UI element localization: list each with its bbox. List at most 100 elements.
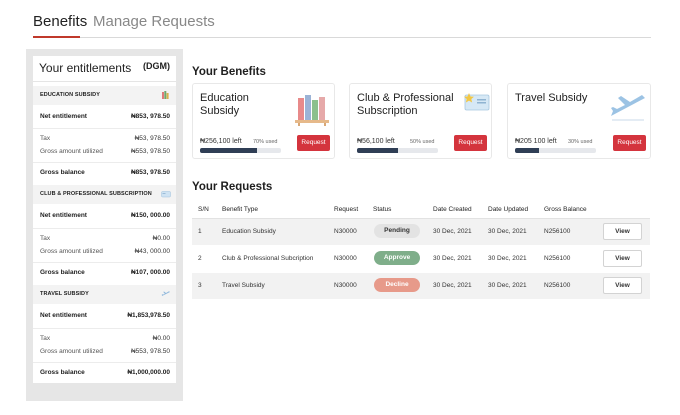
gross-utilized-label: Gross amount utilized [40, 148, 103, 155]
plane-icon [611, 95, 645, 121]
usage-bar-fill [357, 148, 398, 153]
cell-date-updated: 30 Dec, 2021 [488, 255, 527, 262]
cell-date-updated: 30 Dec, 2021 [488, 282, 527, 289]
requests-heading: Your Requests [192, 181, 273, 193]
cell-request: N30000 [334, 255, 357, 262]
net-entitlement-label: Net entitlement [40, 312, 87, 319]
table-row: 1 Education Subsidy N30000 Pending 30 De… [192, 219, 650, 245]
tax-row: Tax ₦0.00 [33, 233, 176, 245]
cell-sn: 3 [198, 282, 202, 289]
gross-balance-value: ₦1,000,000.00 [127, 369, 170, 376]
tax-row: Tax ₦53, 978.50 [33, 133, 176, 145]
col-benefit-type: Benefit Type [222, 206, 259, 213]
entitlements-panel: Your entitlements (DGM) EDUCATION SUBSID… [33, 56, 176, 383]
view-button[interactable]: View [603, 223, 642, 240]
tab-benefits[interactable]: Benefits [33, 13, 87, 30]
cell-date-created: 30 Dec, 2021 [433, 282, 472, 289]
gross-balance-label: Gross balance [40, 269, 85, 276]
tax-label: Tax [40, 135, 51, 142]
gross-utilized-value: ₦553, 978.50 [130, 148, 170, 155]
benefits-heading: Your Benefits [192, 66, 266, 78]
benefit-card-travel: Travel Subsidy ₦205 100 left 30% used Re… [507, 83, 651, 159]
section-label: TRAVEL SUBSIDY [40, 291, 89, 297]
tax-row: Tax ₦0.00 [33, 333, 176, 345]
cell-sn: 1 [198, 228, 202, 235]
divider [33, 228, 176, 229]
cell-date-updated: 30 Dec, 2021 [488, 228, 527, 235]
view-button[interactable]: View [603, 250, 642, 267]
cell-gross-balance: N256100 [544, 228, 571, 235]
col-status: Status [373, 206, 392, 213]
net-entitlement-value: ₦1,853,978.50 [127, 312, 170, 319]
tax-label: Tax [40, 235, 51, 242]
tax-label: Tax [40, 335, 51, 342]
gross-utilized-row: Gross amount utilized ₦43, 000.00 [33, 246, 176, 258]
amount-left: ₦56,100 left [357, 138, 395, 145]
net-entitlement-value: ₦150, 000.00 [130, 212, 170, 219]
cell-gross-balance: N256100 [544, 282, 571, 289]
active-tab-indicator [33, 36, 80, 38]
gross-utilized-value: ₦43, 000.00 [134, 248, 170, 255]
table-row: 3 Travel Subsidy N30000 Decline 30 Dec, … [192, 273, 650, 299]
benefit-card-education: Education Subsidy ₦256,100 left 70% used… [192, 83, 335, 159]
tab-bar: Benefits Manage Requests [33, 0, 651, 38]
col-gross-balance: Gross Balance [544, 206, 587, 213]
entitlements-title: Your entitlements [39, 61, 132, 75]
section-label: EDUCATION SUBSIDY [40, 92, 100, 98]
section-club-professional-subscription: CLUB & PROFESSIONAL SUBSCRIPTION [33, 185, 176, 204]
usage-bar-fill [200, 148, 257, 153]
gross-utilized-row: Gross amount utilized ₦553, 978.50 [33, 346, 176, 358]
request-button[interactable]: Request [454, 135, 487, 151]
col-sn: S/N [198, 206, 209, 213]
status-badge: Pending [374, 224, 420, 238]
usage-bar-fill [515, 148, 540, 153]
cell-request: N30000 [334, 282, 357, 289]
grade-badge: (DGM) [143, 61, 170, 71]
card-icon [161, 191, 171, 198]
gross-balance-label: Gross balance [40, 369, 85, 376]
net-entitlement-value: ₦853, 978.50 [130, 113, 170, 120]
cell-benefit-type: Education Subsidy [222, 228, 276, 235]
status-badge: Approve [374, 251, 420, 265]
gross-balance-row: Gross balance ₦1,000,000.00 [33, 367, 176, 379]
table-header: S/N Benefit Type Request Status Date Cre… [192, 201, 650, 219]
tab-manage-requests[interactable]: Manage Requests [93, 13, 215, 30]
divider [33, 262, 176, 263]
request-button[interactable]: Request [613, 135, 646, 151]
col-request: Request [334, 206, 359, 213]
tax-value: ₦53, 978.50 [134, 135, 170, 142]
net-entitlement-row: Net entitlement ₦853, 978.50 [33, 111, 176, 123]
tax-value: ₦0.00 [152, 335, 170, 342]
gross-utilized-label: Gross amount utilized [40, 248, 103, 255]
status-badge: Decline [374, 278, 420, 292]
card-title: Club & Professional Subscription [357, 92, 454, 117]
request-button[interactable]: Request [297, 135, 330, 151]
cell-benefit-type: Travel Subsidy [222, 282, 265, 289]
gross-balance-value: ₦853, 978.50 [130, 169, 170, 176]
percent-used: 50% used [410, 139, 435, 145]
gross-balance-row: Gross balance ₦853, 978.50 [33, 167, 176, 179]
gross-utilized-value: ₦553, 978.50 [130, 348, 170, 355]
card-title: Travel Subsidy [515, 92, 588, 104]
cell-date-created: 30 Dec, 2021 [433, 228, 472, 235]
net-entitlement-row: Net entitlement ₦150, 000.00 [33, 210, 176, 222]
gross-utilized-label: Gross amount utilized [40, 348, 103, 355]
view-button[interactable]: View [603, 277, 642, 294]
col-date-updated: Date Updated [488, 206, 529, 213]
usage-bar [200, 148, 281, 153]
divider [33, 328, 176, 329]
divider [33, 162, 176, 163]
section-education-subsidy: EDUCATION SUBSIDY [33, 86, 176, 105]
gross-balance-row: Gross balance ₦107, 000.00 [33, 267, 176, 279]
gross-balance-value: ₦107, 000.00 [130, 269, 170, 276]
cell-gross-balance: N256100 [544, 255, 571, 262]
benefit-card-club-subscription: Club & Professional Subscription ₦56,100… [349, 83, 492, 159]
plane-icon [161, 291, 170, 296]
percent-used: 70% used [253, 139, 278, 145]
cell-benefit-type: Club & Professional Subcription [222, 255, 314, 262]
usage-bar [515, 148, 596, 153]
cell-sn: 2 [198, 255, 202, 262]
divider [33, 128, 176, 129]
table-row: 2 Club & Professional Subcription N30000… [192, 246, 650, 272]
net-entitlement-label: Net entitlement [40, 113, 87, 120]
